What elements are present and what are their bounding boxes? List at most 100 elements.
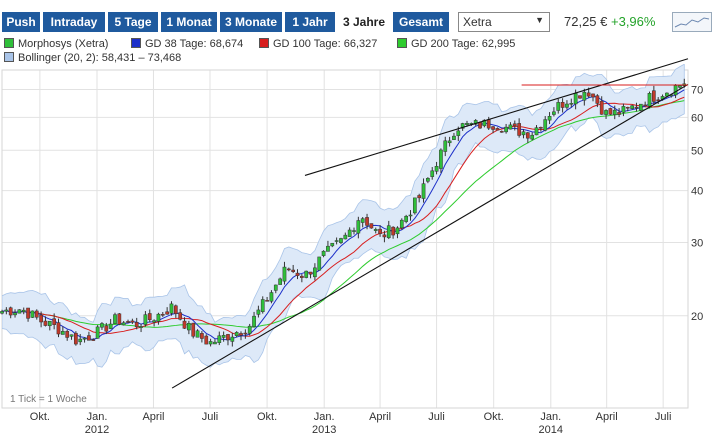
candle-body	[300, 275, 304, 278]
candle-body	[426, 178, 430, 182]
x-tick-label: Juli	[655, 411, 672, 423]
candle-body	[30, 310, 35, 318]
candle-body	[260, 299, 265, 312]
gd38-line	[2, 89, 685, 341]
candle-body	[521, 131, 526, 136]
candle-body	[56, 322, 61, 335]
candle-body	[365, 217, 369, 226]
candle-body	[217, 335, 222, 343]
candle-body	[534, 127, 539, 136]
candle-body	[608, 108, 613, 115]
candle-body	[282, 266, 287, 282]
candle-body	[121, 322, 126, 326]
candle-body	[617, 112, 621, 115]
candle-body	[517, 123, 521, 136]
candle-body	[113, 314, 117, 324]
y-tick-label: 70	[691, 85, 703, 97]
candle-body	[82, 337, 87, 340]
candle-body	[452, 135, 456, 140]
candle-body	[386, 225, 391, 239]
candle-body	[126, 321, 130, 323]
x-tick-label: Okt.	[484, 411, 504, 423]
candle-body	[308, 271, 313, 275]
candle-body	[530, 134, 535, 140]
candle-body	[269, 292, 274, 302]
y-tick-label: 40	[691, 186, 703, 198]
candle-body	[221, 334, 226, 338]
x-year-label: 2014	[539, 424, 563, 436]
x-tick-label: Juli	[428, 411, 445, 423]
x-tick-label: Jan.	[314, 411, 335, 423]
candle-body	[647, 93, 652, 107]
y-tick-label: 30	[691, 238, 703, 250]
candle-body	[347, 229, 352, 237]
candle-body	[430, 170, 435, 177]
candle-body	[625, 106, 630, 109]
candle-body	[634, 106, 639, 109]
candle-body	[391, 226, 395, 236]
candle-body	[369, 223, 374, 229]
trendline	[171, 83, 689, 389]
candle-body	[465, 122, 469, 125]
candle-body	[8, 307, 13, 316]
candle-body	[256, 309, 261, 315]
candle-body	[291, 269, 296, 272]
candle-body	[165, 311, 169, 315]
candle-body	[87, 335, 91, 341]
candle-body	[565, 103, 569, 108]
candle-body	[499, 131, 504, 133]
candle-body	[147, 313, 152, 320]
bollinger-band	[2, 64, 685, 368]
candle-body	[17, 309, 22, 314]
candle-body	[152, 320, 156, 323]
candle-body	[47, 320, 52, 327]
candle-body	[91, 339, 96, 341]
candle-body	[395, 227, 400, 235]
candle-body	[295, 272, 300, 276]
candle-body	[74, 332, 78, 345]
candle-body	[52, 318, 56, 325]
candle-body	[356, 220, 361, 234]
candle-body	[556, 102, 561, 111]
candle-body	[360, 218, 365, 223]
candle-body	[591, 93, 595, 98]
candle-body	[278, 278, 282, 285]
candle-body	[408, 214, 413, 217]
candle-body	[543, 119, 548, 131]
candle-body	[43, 320, 48, 326]
candle-body	[486, 119, 491, 129]
candle-body	[139, 326, 143, 328]
candle-body	[352, 230, 356, 232]
candle-body	[317, 256, 322, 271]
candle-body	[313, 267, 317, 278]
candle-body	[382, 234, 387, 238]
candle-body	[582, 91, 587, 101]
candle-body	[273, 284, 278, 291]
candle-body	[421, 183, 426, 199]
x-tick-label: Jan.	[87, 411, 108, 423]
candle-body	[443, 140, 448, 152]
candle-body	[339, 238, 343, 243]
candle-body	[604, 110, 608, 115]
candle-body	[599, 100, 604, 115]
candle-body	[621, 106, 626, 113]
candle-body	[213, 341, 217, 345]
candle-body	[673, 85, 678, 96]
candle-body	[21, 309, 26, 312]
candle-body	[630, 105, 634, 109]
candle-body	[539, 127, 543, 129]
candle-body	[143, 314, 148, 325]
y-tick-label: 50	[691, 145, 703, 157]
candle-body	[200, 333, 204, 339]
candle-body	[569, 103, 574, 105]
footnote: 1 Tick = 1 Woche	[10, 394, 87, 405]
candle-body	[78, 338, 83, 343]
candle-body	[130, 320, 135, 323]
candle-body	[399, 219, 404, 229]
x-tick-label: April	[369, 411, 391, 423]
candle-body	[160, 314, 165, 316]
candle-body	[182, 320, 187, 329]
candle-body	[678, 85, 682, 88]
x-year-label: 2012	[85, 424, 109, 436]
x-tick-label: April	[142, 411, 164, 423]
